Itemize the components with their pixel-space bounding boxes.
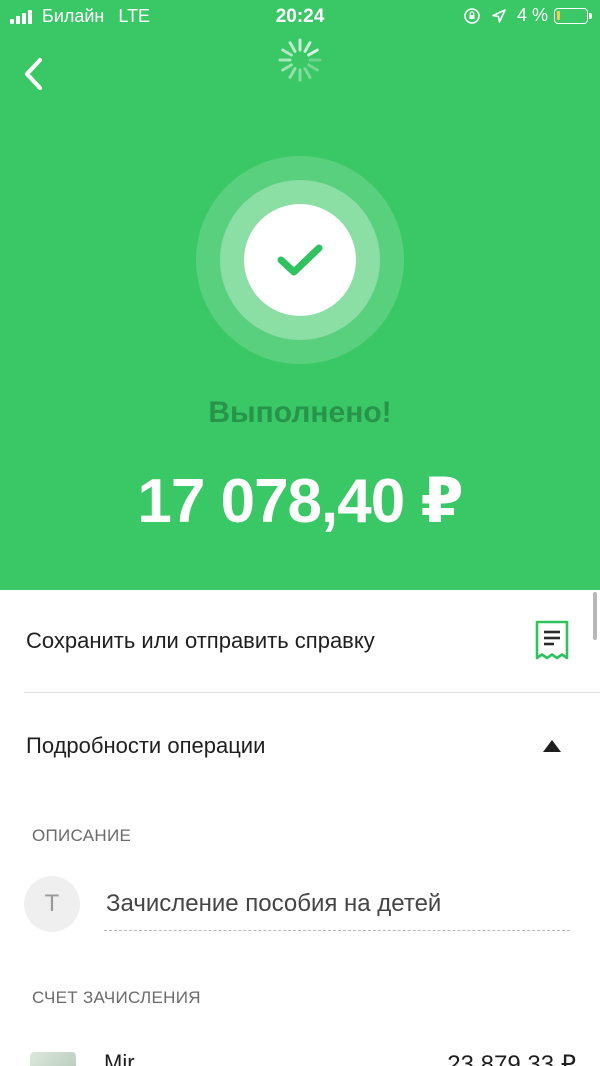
- spinner-spoke: [307, 48, 319, 57]
- transfer-amount: 17 078,40 ₽: [137, 467, 463, 536]
- status-bar: Билайн LTE 20:24 4 %: [0, 0, 600, 34]
- spinner-spoke: [281, 48, 293, 57]
- location-arrow-icon: [491, 8, 507, 24]
- account-header: СЧЕТ ЗАЧИСЛЕНИЯ: [32, 988, 201, 1007]
- payment-success-screen: Билайн LTE 20:24 4 % Выполнено! 17 078,4…: [0, 0, 600, 1066]
- spinner-spoke: [307, 63, 319, 72]
- battery-icon: [554, 7, 592, 24]
- save-receipt-row[interactable]: Сохранить или отправить справку: [0, 590, 600, 692]
- description-header: ОПИСАНИЕ: [32, 826, 132, 845]
- account-name: Mir: [104, 1050, 135, 1066]
- success-badge: [196, 156, 404, 364]
- battery-percent: 4 %: [516, 5, 548, 25]
- account-balance: 23 879,33 ₽: [447, 1051, 576, 1066]
- save-receipt-label: Сохранить или отправить справку: [26, 628, 375, 653]
- caret-up-icon: [543, 740, 561, 752]
- operation-details-toggle[interactable]: Подробности операции: [0, 693, 600, 799]
- orientation-lock-icon: [463, 7, 481, 25]
- spinner-spoke: [288, 41, 297, 53]
- receipt-icon: [535, 620, 569, 660]
- status-title: Выполнено!: [208, 396, 392, 429]
- spinner-spoke: [303, 67, 312, 79]
- success-header: Билайн LTE 20:24 4 % Выполнено! 17 078,4…: [0, 0, 600, 590]
- checkmark-icon: [277, 244, 323, 276]
- battery-level: [557, 10, 560, 20]
- card-thumbnail-icon: [30, 1052, 76, 1066]
- avatar: Т: [24, 876, 80, 932]
- scrollbar[interactable]: [593, 592, 597, 640]
- badge-inner-circle: [244, 204, 356, 316]
- spinner-spoke: [281, 63, 293, 72]
- back-button[interactable]: [16, 52, 56, 96]
- spinner-spoke: [288, 67, 297, 79]
- description-text: Зачисление пособия на детей: [106, 890, 442, 917]
- description-underline: [104, 930, 570, 931]
- operation-details-label: Подробности операции: [26, 733, 266, 758]
- spinner-spoke: [303, 41, 312, 53]
- status-right: 4 %: [463, 5, 592, 26]
- spinner-icon: [276, 36, 324, 84]
- operation-content: Сохранить или отправить справку Подробно…: [0, 590, 600, 1066]
- chevron-left-icon: [24, 57, 43, 91]
